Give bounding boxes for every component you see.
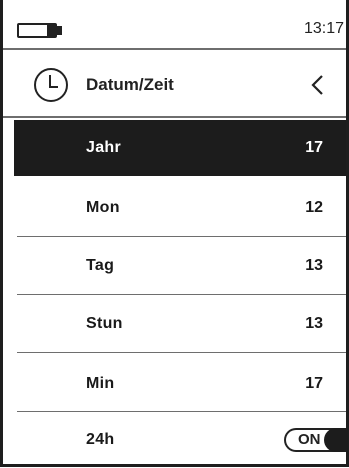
row-divider xyxy=(17,236,346,237)
header-divider xyxy=(3,116,346,118)
battery-tip xyxy=(57,26,62,35)
status-bar: 13:17 xyxy=(3,0,346,48)
battery-level xyxy=(47,25,55,36)
row-label: Tag xyxy=(86,257,115,274)
row-value: 13 xyxy=(305,315,323,332)
row-label: Min xyxy=(86,375,115,392)
toggle-knob xyxy=(324,428,348,452)
row-label: Jahr xyxy=(86,139,121,156)
toggle-label: ON xyxy=(298,431,321,448)
row-minute[interactable]: Min 17 xyxy=(3,356,346,412)
clock-icon xyxy=(34,68,68,102)
row-24h[interactable]: 24h ON xyxy=(3,412,348,468)
row-divider xyxy=(17,352,346,353)
chevron-left-icon[interactable] xyxy=(303,70,333,100)
row-day[interactable]: Tag 13 xyxy=(3,238,346,294)
row-year[interactable]: Jahr 17 xyxy=(14,120,346,176)
row-label: 24h xyxy=(86,431,115,448)
row-value: 17 xyxy=(305,375,323,392)
page-title: Datum/Zeit xyxy=(86,75,174,94)
battery-icon xyxy=(17,23,57,38)
row-label: Stun xyxy=(86,315,123,332)
row-value: 17 xyxy=(305,139,323,156)
datetime-screen: 13:17 Datum/Zeit Jahr 17 Mon 12 Tag 13 S… xyxy=(0,0,349,467)
status-divider xyxy=(3,48,346,50)
row-value: 12 xyxy=(305,199,323,216)
row-hour[interactable]: Stun 13 xyxy=(3,296,346,352)
row-value: 13 xyxy=(305,257,323,274)
page-header: Datum/Zeit xyxy=(3,58,346,114)
24h-toggle[interactable]: ON xyxy=(284,428,348,452)
status-time: 13:17 xyxy=(303,20,344,37)
row-label: Mon xyxy=(86,199,120,216)
row-divider xyxy=(17,294,346,295)
row-month[interactable]: Mon 12 xyxy=(3,180,346,236)
